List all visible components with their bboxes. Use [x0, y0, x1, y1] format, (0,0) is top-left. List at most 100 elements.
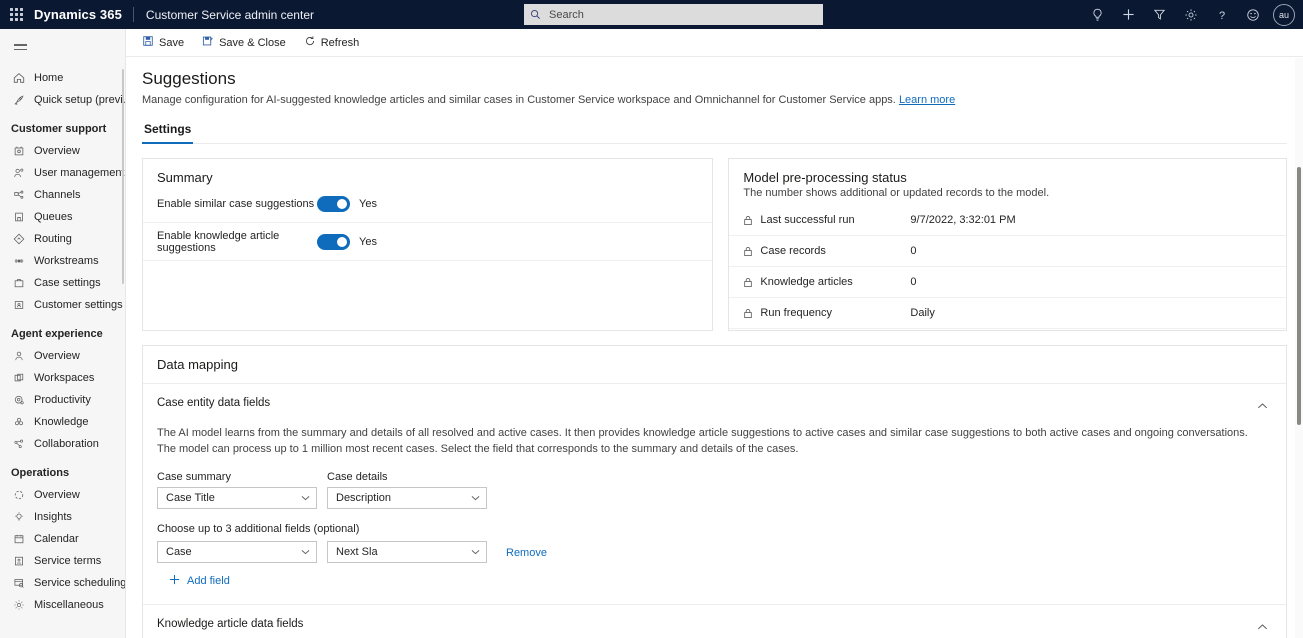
learn-more-link[interactable]: Learn more	[899, 94, 955, 106]
sidebar-item-user-management[interactable]: User management	[0, 162, 125, 184]
gear-icon[interactable]	[1175, 0, 1206, 29]
sidebar-item-insights[interactable]: Insights	[0, 506, 125, 528]
tab-settings[interactable]: Settings	[142, 122, 193, 144]
case-summary-field: Case summary Case Title	[157, 471, 317, 509]
knowledge-icon	[11, 415, 27, 429]
waffle-icon[interactable]	[0, 0, 32, 29]
knowledge-article-suggestions-row: Enable knowledge article suggestions Yes	[143, 223, 712, 261]
hamburger-icon[interactable]	[0, 33, 40, 61]
main-scrollbar[interactable]	[1297, 167, 1301, 425]
case-summary-select[interactable]: Case Title	[157, 487, 317, 509]
case-details-label: Case details	[327, 471, 487, 483]
knowledge-article-section-title: Knowledge article data fields	[157, 618, 303, 630]
search-box[interactable]	[524, 4, 823, 25]
sidebar-item-case-settings[interactable]: Case settings	[0, 272, 125, 294]
page-subtitle-text: Manage configuration for AI-suggested kn…	[142, 94, 896, 106]
additional-field-select[interactable]: Next Sla	[327, 541, 487, 563]
briefcase-icon	[11, 276, 27, 290]
sidebar-item-quick-setup[interactable]: Quick setup (previ...	[0, 89, 125, 111]
smiley-icon[interactable]	[1237, 0, 1268, 29]
save-icon	[142, 35, 154, 50]
chevron-down-icon	[471, 546, 480, 558]
status-key: Case records	[760, 245, 910, 257]
status-row-last-run: Last successful run 9/7/2022, 3:32:01 PM	[729, 205, 1286, 236]
sidebar-item-collaboration[interactable]: Collaboration	[0, 433, 125, 455]
person-icon	[11, 349, 27, 363]
sidebar-item-label: Case settings	[34, 277, 101, 289]
save-button[interactable]: Save	[134, 30, 192, 56]
workstreams-icon	[11, 254, 27, 268]
overview-icon	[11, 144, 27, 158]
sidebar-item-knowledge[interactable]: Knowledge	[0, 411, 125, 433]
plus-icon[interactable]	[1113, 0, 1144, 29]
status-value: 0	[910, 276, 916, 288]
chevron-up-icon[interactable]	[1253, 397, 1272, 415]
sidebar-item-channels[interactable]: Channels	[0, 184, 125, 206]
knowledge-article-suggestions-toggle[interactable]	[317, 234, 350, 250]
additional-fields-label: Choose up to 3 additional fields (option…	[143, 509, 1286, 535]
summary-card-title: Summary	[157, 170, 698, 185]
sidebar-item-label: Customer settings	[34, 299, 123, 311]
summary-card: Summary Enable similar case suggestions …	[142, 158, 713, 331]
refresh-icon	[304, 35, 316, 50]
sidebar-item-productivity[interactable]: Productivity	[0, 389, 125, 411]
sidebar-item-miscellaneous[interactable]: Miscellaneous	[0, 594, 125, 616]
sidebar-item-label: Workstreams	[34, 255, 99, 267]
model-status-description: The number shows additional or updated r…	[743, 187, 1272, 199]
additional-fields-row: Case Next Sla	[143, 535, 1286, 563]
sidebar-item-ops-overview[interactable]: Overview	[0, 484, 125, 506]
chevron-down-icon	[471, 492, 480, 504]
save-close-icon	[202, 35, 214, 50]
case-entity-section-head: Case entity data fields	[143, 384, 1286, 415]
case-details-select[interactable]: Description	[327, 487, 487, 509]
sidebar-item-routing[interactable]: Routing	[0, 228, 125, 250]
lightbulb-icon[interactable]	[1082, 0, 1113, 29]
summary-card-head: Summary	[143, 159, 712, 185]
sidebar-item-queues[interactable]: Queues	[0, 206, 125, 228]
sidebar-item-workstreams[interactable]: Workstreams	[0, 250, 125, 272]
model-status-head: Model pre-processing status The number s…	[729, 159, 1286, 199]
chevron-up-icon[interactable]	[1253, 618, 1272, 636]
case-details-field: Case details Description	[327, 471, 487, 509]
sidebar-scrollbar[interactable]	[122, 69, 124, 284]
sidebar-item-workspaces[interactable]: Workspaces	[0, 367, 125, 389]
sidebar-item-calendar[interactable]: Calendar	[0, 528, 125, 550]
remove-field-link[interactable]: Remove	[506, 547, 547, 563]
additional-field-field: Next Sla	[327, 541, 487, 563]
svg-text:?: ?	[1218, 10, 1224, 22]
add-field-button[interactable]: Add field	[143, 563, 1286, 588]
sidebar-group-agent-experience: Agent experience	[0, 316, 125, 345]
sidebar-item-label: Knowledge	[34, 416, 88, 428]
refresh-button[interactable]: Refresh	[296, 30, 368, 56]
people-icon	[11, 166, 27, 180]
sidebar-item-service-terms[interactable]: Service terms	[0, 550, 125, 572]
sidebar-item-customer-settings[interactable]: Customer settings	[0, 294, 125, 316]
sidebar: Home Quick setup (previ... Customer supp…	[0, 29, 126, 638]
save-close-label: Save & Close	[219, 37, 286, 49]
status-row-run-frequency: Run frequency Daily	[729, 298, 1286, 329]
sidebar-item-home[interactable]: Home	[0, 67, 125, 89]
model-status-title: Model pre-processing status	[743, 170, 1272, 185]
insights-icon	[11, 510, 27, 524]
save-close-button[interactable]: Save & Close	[194, 30, 294, 56]
productivity-icon	[11, 393, 27, 407]
sidebar-item-label: Overview	[34, 350, 80, 362]
sidebar-item-cs-overview[interactable]: Overview	[0, 140, 125, 162]
sidebar-item-service-scheduling[interactable]: Service scheduling	[0, 572, 125, 594]
status-row-case-records: Case records 0	[729, 236, 1286, 267]
sidebar-item-label: Routing	[34, 233, 72, 245]
help-icon[interactable]: ?	[1206, 0, 1237, 29]
sidebar-item-ae-overview[interactable]: Overview	[0, 345, 125, 367]
avatar[interactable]: au	[1273, 4, 1295, 26]
search-input[interactable]	[547, 8, 817, 22]
miscellaneous-icon	[11, 598, 27, 612]
filter-icon[interactable]	[1144, 0, 1175, 29]
case-fields-row: Case summary Case Title Case details Des…	[143, 457, 1286, 509]
sidebar-item-label: Channels	[34, 189, 80, 201]
sidebar-item-label: Collaboration	[34, 438, 99, 450]
additional-entity-select[interactable]: Case	[157, 541, 317, 563]
sidebar-item-label: Service scheduling	[34, 577, 126, 589]
similar-case-suggestions-toggle[interactable]	[317, 196, 350, 212]
status-key: Run frequency	[760, 307, 910, 319]
knowledge-article-section: Knowledge article data fields The AI mod…	[143, 605, 1286, 638]
